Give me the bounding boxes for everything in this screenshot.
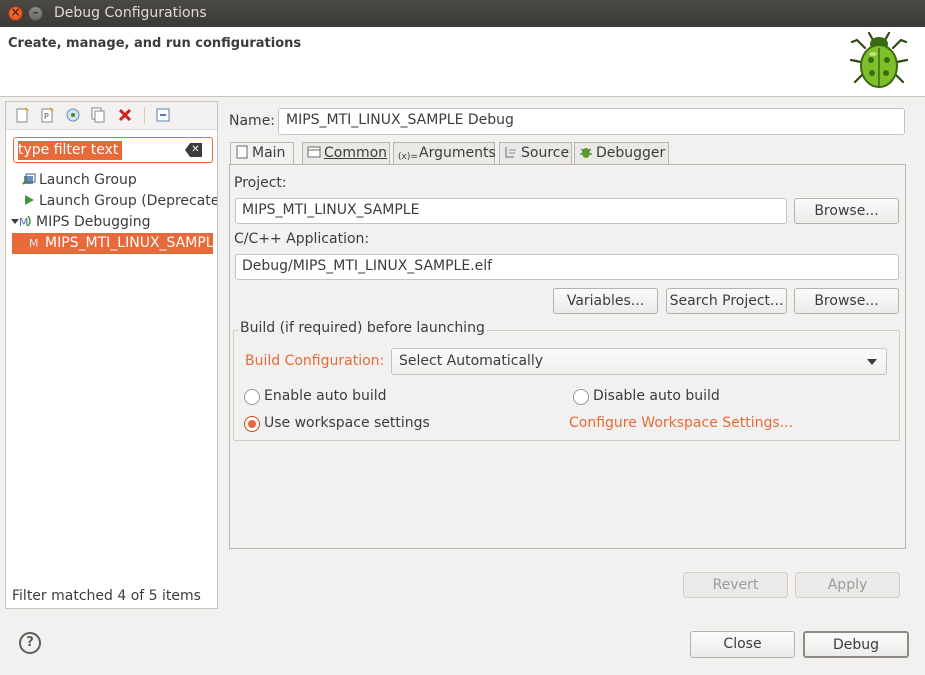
close-button[interactable]: Close — [690, 631, 795, 658]
dialog-subtitle: Create, manage, and run configurations — [8, 36, 302, 51]
use-workspace-settings-radio[interactable] — [244, 416, 260, 432]
delete-configuration-icon[interactable] — [117, 107, 133, 123]
tab-arguments[interactable]: (x)=Arguments — [393, 142, 496, 164]
application-label: C/C++ Application: — [234, 231, 370, 247]
build-configuration-link[interactable]: Build Configuration: — [245, 353, 384, 369]
tree-item-label: Launch Group — [39, 172, 137, 188]
name-field[interactable]: MIPS_MTI_LINUX_SAMPLE Debug — [278, 108, 905, 135]
arguments-tab-icon: (x)= — [398, 152, 418, 162]
dialog-header: Create, manage, and run configurations — [0, 27, 925, 97]
filter-status: Filter matched 4 of 5 items — [12, 588, 201, 604]
svg-text:M: M — [29, 237, 39, 249]
disable-auto-build-radio[interactable] — [573, 389, 589, 405]
tree-item-launch-group-deprecated[interactable]: Launch Group (Deprecated) — [22, 191, 217, 212]
use-workspace-settings-label[interactable]: Use workspace settings — [264, 415, 430, 431]
tree-item-mips-config[interactable]: M MIPS_MTI_LINUX_SAMPLE Debug — [12, 233, 213, 254]
name-label: Name: — [229, 113, 276, 129]
mips-debug-icon: M — [19, 214, 33, 229]
configuration-tree-panel: P ✕ Launch Group Launch Group (Deprecate… — [5, 101, 218, 609]
debug-button[interactable]: Debug — [803, 631, 909, 658]
toolbar-separator — [144, 107, 145, 124]
source-tab-icon — [504, 145, 518, 159]
tab-common[interactable]: Common — [302, 142, 390, 164]
tab-main[interactable]: Main — [230, 142, 294, 165]
common-tab-icon — [307, 145, 321, 159]
browse-application-button[interactable]: Browse... — [794, 288, 899, 314]
svg-text:P: P — [44, 112, 49, 121]
tree-toolbar: P — [6, 102, 217, 130]
export-configuration-icon[interactable] — [65, 107, 81, 123]
help-icon[interactable]: ? — [19, 632, 41, 654]
application-field[interactable]: Debug/MIPS_MTI_LINUX_SAMPLE.elf — [235, 254, 899, 280]
collapse-all-icon[interactable] — [155, 107, 171, 123]
search-project-button[interactable]: Search Project... — [666, 288, 787, 314]
launch-group-deprecated-icon — [22, 193, 36, 207]
project-field[interactable]: MIPS_MTI_LINUX_SAMPLE — [235, 198, 787, 224]
build-configuration-select[interactable]: Select Automatically — [391, 348, 887, 375]
variables-button[interactable]: Variables... — [553, 288, 658, 314]
launch-group-icon — [22, 172, 36, 186]
build-group-title: Build (if required) before launching — [238, 320, 487, 336]
window-title: Debug Configurations — [54, 5, 207, 21]
configure-workspace-settings-link[interactable]: Configure Workspace Settings... — [569, 415, 793, 431]
tab-source[interactable]: Source — [499, 142, 572, 164]
tree-item-label: MIPS Debugging — [36, 214, 151, 230]
project-label: Project: — [234, 175, 287, 191]
debugger-tab-icon — [579, 145, 593, 159]
expand-arrow-icon[interactable] — [11, 219, 19, 224]
enable-auto-build-radio[interactable] — [244, 389, 260, 405]
clear-filter-icon[interactable]: ✕ — [185, 143, 202, 157]
revert-button[interactable]: Revert — [683, 572, 788, 598]
close-icon: × — [10, 5, 21, 19]
tab-debugger[interactable]: Debugger — [574, 142, 669, 164]
debug-bug-icon — [849, 31, 909, 88]
filter-input[interactable] — [18, 141, 181, 159]
enable-auto-build-label[interactable]: Enable auto build — [264, 388, 387, 404]
duplicate-configuration-icon[interactable] — [90, 107, 106, 123]
new-prototype-icon[interactable]: P — [39, 107, 55, 123]
tree-item-launch-group[interactable]: Launch Group — [22, 170, 137, 191]
tree-item-label: Launch Group (Deprecated) — [39, 193, 217, 209]
chevron-down-icon — [867, 359, 877, 365]
title-bar: × – Debug Configurations — [0, 0, 925, 27]
tree-item-mips-debugging[interactable]: M MIPS Debugging — [11, 212, 151, 233]
window-minimize-button[interactable]: – — [28, 5, 43, 21]
browse-project-button[interactable]: Browse... — [794, 198, 899, 224]
disable-auto-build-label[interactable]: Disable auto build — [593, 388, 720, 404]
window-close-button[interactable]: × — [8, 5, 23, 21]
new-configuration-icon[interactable] — [14, 107, 30, 123]
tree-item-label: MIPS_MTI_LINUX_SAMPLE Debug — [45, 235, 213, 251]
svg-text:M: M — [19, 216, 29, 228]
build-configuration-value: Select Automatically — [399, 353, 544, 369]
main-tab-icon — [235, 145, 249, 159]
filter-input-container[interactable]: ✕ — [13, 137, 213, 163]
apply-button[interactable]: Apply — [795, 572, 900, 598]
mips-config-icon: M — [28, 235, 42, 250]
minimize-icon: – — [32, 5, 39, 19]
